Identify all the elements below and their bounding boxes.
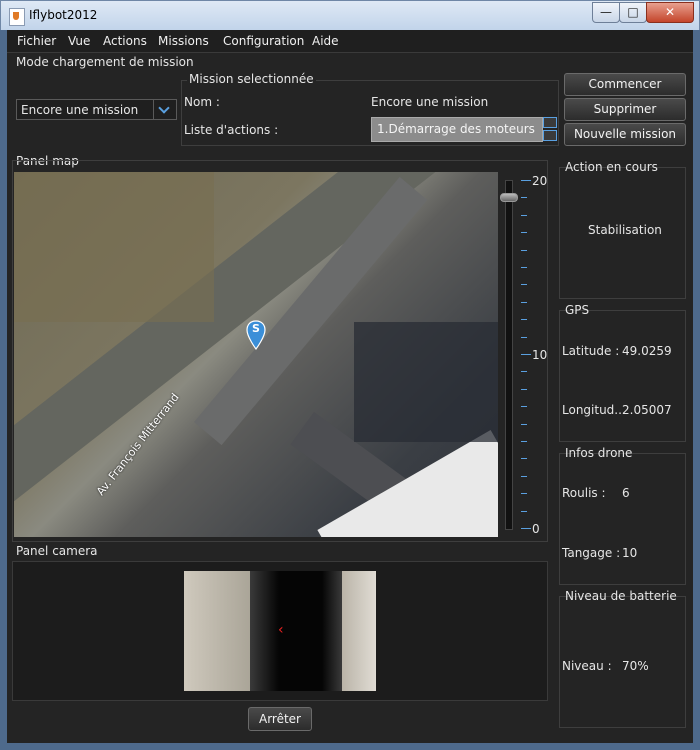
map-field [14, 172, 214, 322]
camera-panel-label: Panel camera [16, 544, 98, 558]
camera-right-area [342, 571, 376, 691]
roll-label: Roulis : [562, 486, 606, 500]
battery-level-label: Niveau : [562, 659, 612, 673]
zoom-tick [521, 423, 527, 425]
maximize-button[interactable]: □ [619, 2, 647, 23]
current-action-value: Stabilisation [588, 223, 662, 237]
zoom-slider-thumb[interactable] [500, 193, 518, 202]
zoom-tick [521, 336, 527, 338]
zoom-tick [521, 284, 527, 286]
mission-mode-label: Mode chargement de mission [16, 55, 194, 69]
zoom-tick [521, 267, 527, 268]
drone-info-label: Infos drone [565, 446, 633, 460]
zoom-tick [521, 214, 527, 216]
gps-panel [559, 310, 686, 442]
camera-feed: ‹ [184, 571, 376, 691]
zoom-slider[interactable] [505, 180, 513, 530]
mission-selected-title: Mission selectionnée [187, 72, 316, 86]
zoom-tick [521, 528, 531, 529]
map-marker-icon[interactable]: S [246, 320, 266, 351]
battery-level-value: 70% [622, 659, 649, 673]
zoom-tick [521, 475, 527, 477]
pitch-label: Tangage : [562, 546, 621, 560]
gps-label: GPS [565, 303, 590, 317]
stop-button[interactable]: Arrêter [248, 707, 312, 731]
menu-bar: Fichier Vue Actions Missions Configurati… [7, 30, 693, 53]
menu-aide[interactable]: Aide [312, 34, 339, 48]
zoom-tick [521, 441, 527, 442]
zoom-tick [521, 458, 527, 460]
action-list-value: 1.Démarrage des moteurs [377, 122, 535, 136]
zoom-tick [521, 319, 527, 321]
drone-info-panel [559, 453, 686, 585]
new-mission-button[interactable]: Nouvelle mission [564, 123, 686, 146]
zoom-tick [521, 371, 527, 373]
action-list-spinner[interactable]: 1.Démarrage des moteurs [371, 117, 543, 142]
menu-configuration[interactable]: Configuration [223, 34, 304, 48]
zoom-tick [521, 180, 531, 181]
minimize-button[interactable]: — [592, 2, 620, 23]
current-action-label: Action en cours [565, 160, 658, 174]
chevron-down-icon[interactable] [153, 100, 176, 119]
close-button[interactable]: ✕ [646, 2, 694, 23]
zoom-tick [521, 406, 527, 408]
spinner-down-icon[interactable] [543, 130, 557, 141]
zoom-tick [521, 301, 527, 303]
zoom-mid-label: 10 [532, 348, 548, 362]
zoom-tick [521, 388, 527, 390]
mission-mode-combo[interactable]: Encore une mission [16, 99, 177, 120]
zoom-slider-ticks [521, 180, 531, 530]
menu-fichier[interactable]: Fichier [17, 34, 56, 48]
camera-crosshair-icon: ‹ [278, 622, 284, 638]
pitch-value: 10 [622, 546, 638, 560]
satellite-map[interactable]: Av. François Mitterrand S [14, 172, 498, 537]
mission-name-value: Encore une mission [371, 95, 489, 109]
start-button[interactable]: Commencer [564, 73, 686, 96]
longitude-value: 2.05007 [622, 403, 672, 417]
menu-vue[interactable]: Vue [68, 34, 90, 48]
delete-button[interactable]: Supprimer [564, 98, 686, 121]
camera-left-area [184, 571, 252, 691]
zoom-tick [521, 232, 527, 234]
latitude-label: Latitude : [562, 344, 620, 358]
zoom-min-label: 0 [532, 522, 540, 536]
menu-missions[interactable]: Missions [158, 34, 209, 48]
action-list-label: Liste d'actions : [184, 123, 279, 137]
menu-actions[interactable]: Actions [103, 34, 147, 48]
window-titlebar[interactable]: Iflybot2012 — □ ✕ [0, 0, 700, 30]
battery-label: Niveau de batterie [565, 589, 677, 603]
roll-value: 6 [622, 486, 630, 500]
zoom-tick [521, 249, 527, 251]
camera-dark-area [250, 571, 346, 691]
window-title: Iflybot2012 [29, 8, 98, 22]
zoom-max-label: 20 [532, 174, 548, 188]
spinner-up-icon[interactable] [543, 117, 557, 128]
zoom-tick [521, 197, 527, 199]
zoom-tick [521, 510, 527, 512]
zoom-tick [521, 493, 527, 495]
longitude-label: Longitud... [562, 403, 626, 417]
zoom-tick [521, 354, 531, 355]
latitude-value: 49.0259 [622, 344, 672, 358]
app-icon [9, 8, 25, 26]
map-parking [354, 322, 498, 442]
mission-name-label: Nom : [184, 95, 220, 109]
mission-mode-combo-value: Encore une mission [21, 103, 139, 117]
marker-letter: S [252, 322, 260, 335]
